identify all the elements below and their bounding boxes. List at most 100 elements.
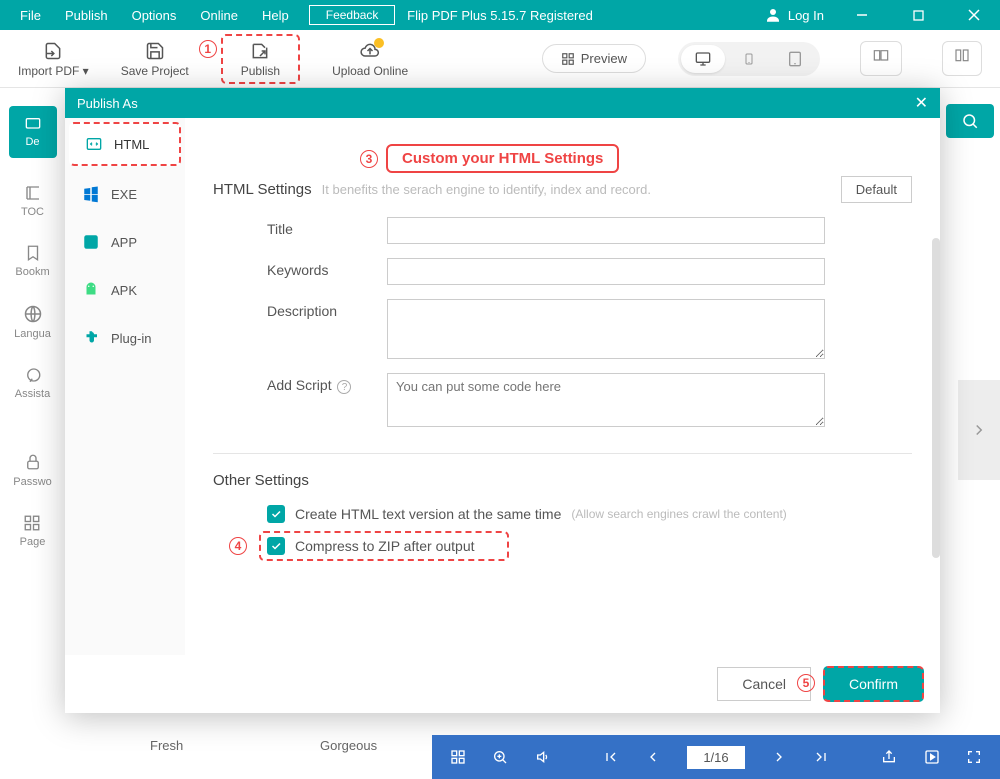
dialog-title: Publish As: [77, 96, 138, 111]
autoplay-button[interactable]: [923, 748, 939, 766]
titlebar: File Publish Options Online Help Feedbac…: [0, 0, 1000, 30]
addscript-label: Add Script ?: [267, 373, 387, 427]
next-icon: [771, 749, 787, 765]
chevron-right-icon: [970, 415, 988, 445]
rail-page[interactable]: Page: [20, 514, 46, 548]
menu-publish[interactable]: Publish: [53, 2, 120, 29]
login-button[interactable]: Log In: [764, 6, 824, 24]
checkbox-1[interactable]: [267, 505, 285, 523]
zoom-icon: [492, 749, 508, 765]
html-settings-heading: HTML Settings It benefits the serach eng…: [213, 176, 912, 203]
prev-icon: [645, 749, 661, 765]
single-view-button[interactable]: [942, 41, 982, 76]
first-page-button[interactable]: [603, 748, 619, 766]
next-page-button[interactable]: [771, 748, 787, 766]
save-label: Save Project: [121, 64, 189, 78]
feedback-button[interactable]: Feedback: [309, 5, 396, 25]
sidebar-item-html[interactable]: HTML 2: [69, 122, 181, 166]
preview-label: Preview: [581, 51, 627, 66]
share-button[interactable]: [881, 748, 897, 766]
save-icon: [145, 41, 165, 61]
sidebar-item-app[interactable]: APP: [65, 218, 185, 266]
scrollbar-thumb[interactable]: [932, 238, 940, 558]
menu-help[interactable]: Help: [250, 2, 301, 29]
prev-page-button[interactable]: [645, 748, 661, 766]
phone-icon: [743, 50, 755, 68]
rail-password[interactable]: Passwo: [13, 452, 52, 488]
publish-button[interactable]: Publish 1: [221, 34, 300, 84]
page-number[interactable]: 1/16: [687, 746, 744, 769]
book-view-button[interactable]: [860, 41, 902, 76]
import-label: Import PDF ▾: [18, 64, 89, 78]
help-icon[interactable]: ?: [337, 380, 351, 394]
grid-icon: [450, 749, 466, 765]
maximize-button[interactable]: [900, 0, 936, 30]
template-gorgeous[interactable]: Gorgeous: [320, 738, 377, 753]
windows-icon: [82, 185, 100, 203]
menu-online[interactable]: Online: [188, 2, 250, 29]
upload-online-button[interactable]: Upload Online: [332, 40, 408, 78]
preview-button[interactable]: Preview: [542, 44, 646, 73]
viewer-toolbar: 1/16: [432, 735, 1000, 779]
android-icon: [82, 281, 100, 299]
app-icon: [82, 233, 100, 251]
last-page-button[interactable]: [813, 748, 829, 766]
first-icon: [603, 749, 619, 765]
sound-button[interactable]: [535, 748, 551, 766]
keywords-input[interactable]: [387, 258, 825, 285]
addscript-input[interactable]: [387, 373, 825, 427]
login-label: Log In: [788, 8, 824, 23]
publish-icon: [249, 41, 271, 61]
sidebar-item-plugin[interactable]: Plug-in: [65, 314, 185, 362]
template-fresh[interactable]: Fresh: [150, 738, 183, 753]
dialog-header: Publish As ✕: [65, 88, 940, 118]
sidebar-item-exe[interactable]: EXE: [65, 170, 185, 218]
thumbnails-button[interactable]: [450, 748, 466, 766]
callout-4: 4: [229, 537, 247, 555]
save-project-button[interactable]: Save Project: [121, 40, 189, 78]
device-tablet[interactable]: [773, 45, 817, 73]
plugin-icon: [82, 329, 100, 347]
lock-icon: [24, 452, 42, 472]
design-icon: [23, 116, 43, 132]
device-desktop[interactable]: [681, 45, 725, 73]
preview-next-page[interactable]: [958, 380, 1000, 480]
rail-language[interactable]: Langua: [14, 304, 51, 340]
zoom-button[interactable]: [492, 748, 508, 766]
rail-toc[interactable]: TOC: [21, 184, 44, 218]
confirm-button[interactable]: Confirm: [823, 666, 924, 702]
title-label: Title: [267, 217, 387, 244]
notification-badge: [374, 38, 384, 48]
device-phone[interactable]: [727, 45, 771, 73]
import-pdf-button[interactable]: Import PDF ▾: [18, 40, 89, 78]
bookmark-icon: [23, 244, 43, 262]
sidebar-item-apk[interactable]: APK: [65, 266, 185, 314]
fullscreen-button[interactable]: [966, 748, 982, 766]
title-input[interactable]: [387, 217, 825, 244]
menu-bar: File Publish Options Online Help: [0, 2, 301, 29]
main-toolbar: Import PDF ▾ Save Project Publish 1 Uplo…: [0, 30, 1000, 88]
upload-label: Upload Online: [332, 64, 408, 78]
description-input[interactable]: [387, 299, 825, 359]
search-panel-button[interactable]: [946, 104, 994, 138]
menu-file[interactable]: File: [8, 2, 53, 29]
default-button[interactable]: Default: [841, 176, 912, 203]
search-icon: [961, 112, 979, 130]
rail-assistant[interactable]: Assista: [15, 366, 50, 400]
device-selector: [678, 42, 820, 76]
minimize-button[interactable]: [844, 0, 880, 30]
dialog-footer: Cancel 5 Confirm: [65, 655, 940, 713]
close-button[interactable]: [956, 0, 992, 30]
last-icon: [813, 749, 829, 765]
toc-icon: [23, 184, 43, 202]
app-title: Flip PDF Plus 5.15.7 Registered: [407, 8, 593, 23]
rail-design[interactable]: De: [9, 106, 57, 158]
checkbox-compress-zip[interactable]: 4 Compress to ZIP after output: [267, 537, 912, 555]
dialog-close-button[interactable]: ✕: [915, 93, 928, 113]
book-icon: [871, 48, 891, 64]
menu-options[interactable]: Options: [120, 2, 189, 29]
checkbox-html-text-version[interactable]: Create HTML text version at the same tim…: [267, 505, 912, 523]
sound-icon: [535, 749, 551, 765]
tablet-icon: [787, 50, 803, 68]
rail-bookmark[interactable]: Bookm: [15, 244, 49, 278]
